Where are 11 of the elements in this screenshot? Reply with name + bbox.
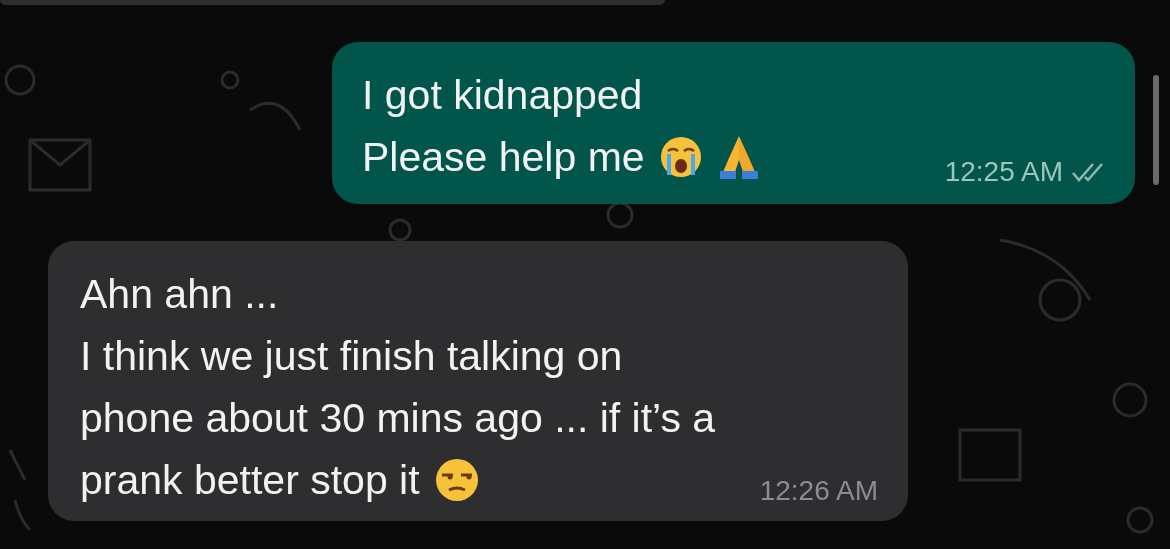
message-text: Please help me [362,133,645,181]
message-time: 12:26 AM [759,475,878,507]
message-text: Ahn ahn ... [80,270,279,318]
unamused-face-icon [433,457,480,503]
message-text: prank better stop it [80,456,420,504]
crying-face-icon [658,135,703,179]
message-time: 12:25 AM [944,156,1063,188]
message-text: I got kidnapped [362,71,643,119]
scrollbar[interactable] [1153,75,1159,185]
message-text: phone about 30 mins ago ... if it’s a [80,394,716,442]
message-text: I think we just finish talking on [80,332,623,380]
